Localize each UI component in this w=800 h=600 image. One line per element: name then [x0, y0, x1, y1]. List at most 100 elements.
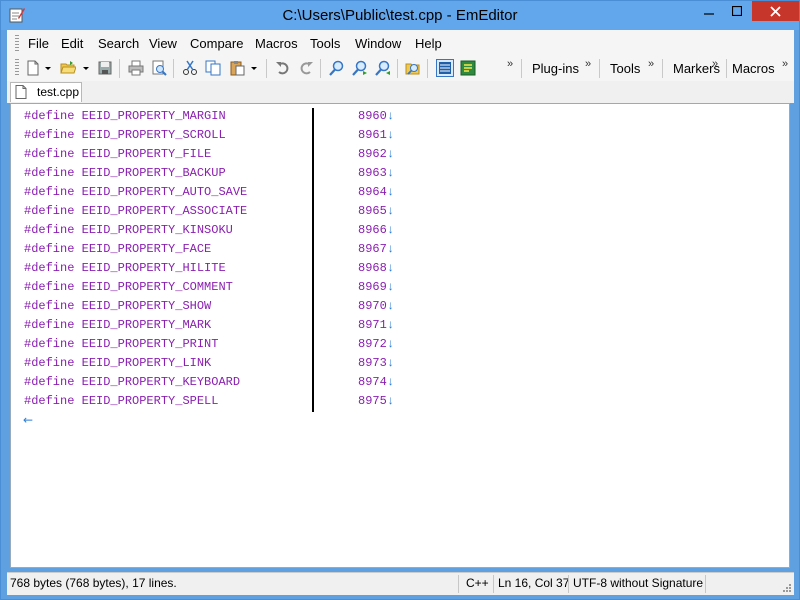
code-line[interactable]: #define EEID_PROPERTY_ASSOCIATE 8965↓ [24, 203, 394, 223]
main-toolbar: » Plug-ins » Tools » Markers » Macros » [7, 56, 794, 81]
tab-marker [312, 355, 314, 374]
menu-view[interactable]: View [149, 36, 177, 51]
minimize-button[interactable] [695, 1, 723, 21]
macro-value: 8974↓ [358, 375, 394, 389]
macro-value: 8969↓ [358, 280, 394, 294]
tab-marker [312, 336, 314, 355]
plugins-overflow-chevron[interactable]: » [585, 58, 591, 70]
find-in-files-icon[interactable] [405, 60, 421, 76]
document-icon [15, 85, 27, 99]
macros-toolbar-label[interactable]: Macros [732, 61, 775, 76]
menu-tools[interactable]: Tools [310, 36, 340, 51]
tab-marker [312, 279, 314, 298]
macro-value-number: 8963 [358, 166, 387, 180]
tab-marker [312, 374, 314, 393]
copy-icon[interactable] [205, 60, 221, 76]
newline-mark: ↓ [386, 356, 395, 370]
code-line[interactable]: #define EEID_PROPERTY_SPELL 8975↓ [24, 393, 394, 413]
tab-marker [312, 317, 314, 336]
tab-label: test.cpp [37, 85, 80, 99]
define-keyword: #define [24, 223, 75, 237]
code-line[interactable]: #define EEID_PROPERTY_SCROLL 8961↓ [24, 127, 394, 147]
code-line[interactable]: #define EEID_PROPERTY_MARK 8971↓ [24, 317, 394, 337]
code-line[interactable]: #define EEID_PROPERTY_SHOW 8970↓ [24, 298, 394, 318]
status-separator [568, 575, 569, 593]
code-line[interactable]: #define EEID_PROPERTY_LINK 8973↓ [24, 355, 394, 375]
paste-icon[interactable] [229, 60, 245, 76]
code-line[interactable]: #define EEID_PROPERTY_PRINT 8972↓ [24, 336, 394, 356]
tools-toolbar-label[interactable]: Tools [610, 61, 640, 76]
find-previous-icon[interactable] [375, 60, 391, 76]
code-line[interactable]: #define EEID_PROPERTY_FACE 8967↓ [24, 241, 394, 261]
macro-value: 8965↓ [358, 204, 394, 218]
macro-identifier: EEID_PROPERTY_MARGIN [81, 109, 226, 123]
resize-grip-icon[interactable] [782, 583, 792, 593]
define-keyword: #define [24, 242, 75, 256]
toolbar-overflow-chevron[interactable]: » [507, 58, 513, 70]
define-keyword: #define [24, 394, 75, 408]
undo-icon[interactable] [275, 60, 291, 76]
markers-overflow-chevron[interactable]: » [712, 58, 718, 70]
code-line[interactable]: #define EEID_PROPERTY_MARGIN 8960↓ [24, 108, 394, 128]
macro-identifier: EEID_PROPERTY_BACKUP [81, 166, 226, 180]
tools-overflow-chevron[interactable]: » [648, 58, 654, 70]
status-cursor-position[interactable]: Ln 16, Col 37 [498, 576, 569, 590]
cut-icon[interactable] [182, 60, 198, 76]
redo-icon[interactable] [298, 60, 314, 76]
open-folder-icon[interactable] [60, 60, 76, 76]
code-line[interactable]: #define EEID_PROPERTY_HILITE 8968↓ [24, 260, 394, 280]
tab-marker [312, 184, 314, 203]
toggle-view-icon[interactable] [436, 59, 454, 77]
code-line[interactable]: #define EEID_PROPERTY_AUTO_SAVE 8964↓ [24, 184, 394, 204]
open-dropdown-icon[interactable] [82, 60, 90, 76]
menu-grip[interactable] [15, 35, 19, 51]
newline-mark: ↓ [386, 375, 395, 389]
menu-file[interactable]: File [28, 36, 49, 51]
markers-toggle-icon[interactable] [460, 60, 476, 76]
toolbar-grip[interactable] [15, 59, 19, 77]
macro-value-number: 8962 [358, 147, 387, 161]
find-icon[interactable] [329, 60, 345, 76]
new-file-dropdown-icon[interactable] [44, 60, 52, 76]
code-line[interactable]: #define EEID_PROPERTY_KINSOKU 8966↓ [24, 222, 394, 242]
define-keyword: #define [24, 166, 75, 180]
menu-search[interactable]: Search [98, 36, 139, 51]
save-icon[interactable] [97, 60, 113, 76]
find-next-icon[interactable] [352, 60, 368, 76]
macro-identifier: EEID_PROPERTY_HILITE [81, 261, 226, 275]
new-file-icon[interactable] [25, 60, 41, 76]
tab-marker [312, 146, 314, 165]
macros-overflow-chevron[interactable]: » [782, 58, 788, 70]
print-preview-icon[interactable] [151, 60, 167, 76]
print-icon[interactable] [128, 60, 144, 76]
define-keyword: #define [24, 375, 75, 389]
maximize-button[interactable] [723, 1, 751, 21]
menu-macros[interactable]: Macros [255, 36, 298, 51]
menu-help[interactable]: Help [415, 36, 442, 51]
code-line[interactable]: #define EEID_PROPERTY_KEYBOARD 8974↓ [24, 374, 394, 394]
text-editor[interactable]: ← #define EEID_PROPERTY_MARGIN 8960↓ #defi… [10, 103, 790, 568]
status-encoding[interactable]: UTF-8 without Signature [573, 576, 703, 590]
title-bar[interactable]: C:\Users\Public\test.cpp - EmEditor [1, 1, 799, 30]
macro-identifier: EEID_PROPERTY_FACE [81, 242, 212, 256]
menu-window[interactable]: Window [355, 36, 401, 51]
newline-mark: ↓ [386, 318, 395, 332]
tab-marker [312, 203, 314, 222]
status-language[interactable]: C++ [466, 576, 489, 590]
newline-mark: ↓ [386, 223, 395, 237]
menu-compare[interactable]: Compare [190, 36, 243, 51]
menu-edit[interactable]: Edit [61, 36, 83, 51]
document-tab-bar: test.cpp [7, 81, 794, 103]
close-button[interactable] [752, 1, 799, 21]
newline-mark: ↓ [386, 242, 395, 256]
plugins-toolbar-label[interactable]: Plug-ins [532, 61, 579, 76]
code-line[interactable]: #define EEID_PROPERTY_FILE 8962↓ [24, 146, 394, 166]
tab-test-cpp[interactable]: test.cpp [10, 82, 82, 102]
code-line[interactable]: #define EEID_PROPERTY_BACKUP 8963↓ [24, 165, 394, 185]
paste-dropdown-icon[interactable] [250, 60, 258, 76]
newline-mark: ↓ [386, 109, 395, 123]
macro-value-number: 8968 [358, 261, 387, 275]
code-line[interactable]: #define EEID_PROPERTY_COMMENT 8969↓ [24, 279, 394, 299]
macro-identifier: EEID_PROPERTY_SHOW [81, 299, 212, 313]
define-keyword: #define [24, 280, 75, 294]
